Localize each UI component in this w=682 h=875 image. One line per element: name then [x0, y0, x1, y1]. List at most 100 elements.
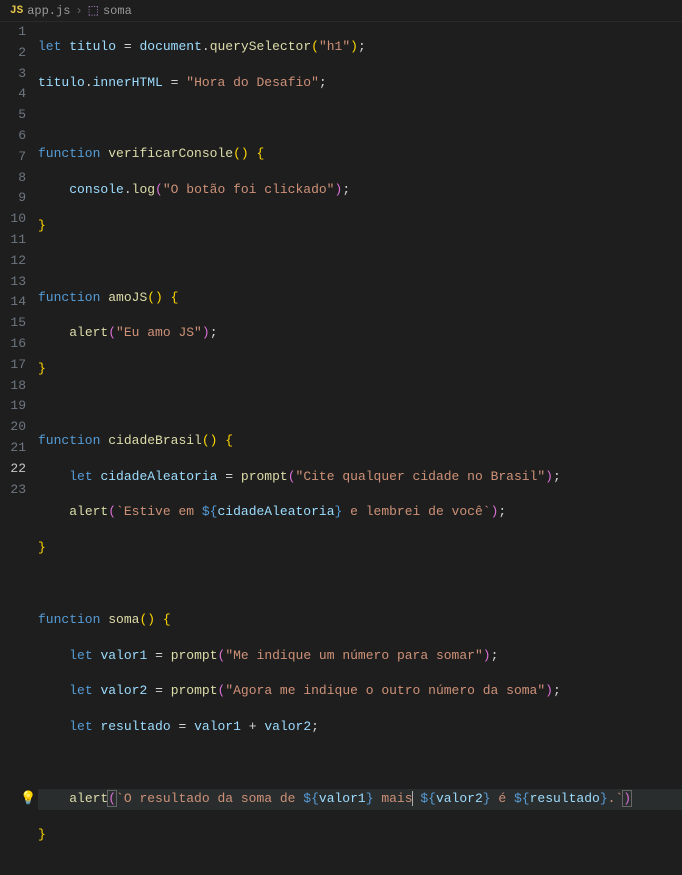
string: "Eu amo JS"	[116, 325, 202, 340]
code-line[interactable]: }	[38, 825, 682, 846]
identifier: resultado	[530, 791, 600, 806]
function-call: prompt	[171, 683, 218, 698]
breadcrumb-file[interactable]: app.js	[27, 4, 70, 18]
identifier: cidadeAleatoria	[100, 469, 217, 484]
code-line[interactable]: function amoJS() {	[38, 288, 682, 309]
code-line[interactable]: }	[38, 359, 682, 380]
line-number: 22	[0, 459, 26, 480]
code-line[interactable]: let resultado = valor1 + valor2;	[38, 717, 682, 738]
identifier: resultado	[100, 719, 170, 734]
code-line[interactable]: function cidadeBrasil() {	[38, 431, 682, 452]
identifier: document	[139, 39, 201, 54]
code-line[interactable]: function soma() {	[38, 610, 682, 631]
line-number: 21	[0, 438, 26, 459]
string: "Me indique um número para somar"	[225, 648, 482, 663]
symbol-method-icon: ⬚	[88, 3, 99, 18]
string: "Agora me indique o outro número da soma…	[225, 683, 545, 698]
line-number: 5	[0, 105, 26, 126]
identifier: valor2	[436, 791, 483, 806]
code-line[interactable]	[38, 395, 682, 416]
line-number: 18	[0, 376, 26, 397]
identifier: valor1	[194, 719, 241, 734]
line-number: 4	[0, 84, 26, 105]
code-line[interactable]: let valor1 = prompt("Me indique um númer…	[38, 646, 682, 667]
identifier: valor2	[264, 719, 311, 734]
code-line[interactable]: alert(`Estive em ${cidadeAleatoria} e le…	[38, 502, 682, 523]
line-number: 7	[0, 147, 26, 168]
chevron-right-icon: ›	[75, 4, 82, 18]
code-line[interactable]: function verificarConsole() {	[38, 144, 682, 165]
function-call: prompt	[241, 469, 288, 484]
keyword: let	[69, 683, 92, 698]
keyword: function	[38, 290, 100, 305]
template-open: ${	[303, 791, 319, 806]
template-open: ${	[514, 791, 530, 806]
function-call: querySelector	[210, 39, 311, 54]
code-line[interactable]	[38, 574, 682, 595]
line-number: 17	[0, 355, 26, 376]
code-line-active[interactable]: 💡 alert(`O resultado da soma de ${valor1…	[38, 789, 682, 810]
keyword: let	[38, 39, 61, 54]
line-number: 9	[0, 188, 26, 209]
string: `Estive em	[116, 504, 202, 519]
string: "Hora do Desafio"	[186, 75, 319, 90]
string: é	[491, 791, 514, 806]
function-call: log	[132, 182, 155, 197]
keyword: function	[38, 433, 100, 448]
string: mais	[374, 791, 413, 806]
keyword: let	[69, 719, 92, 734]
line-number: 12	[0, 251, 26, 272]
code-line[interactable]: let titulo = document.querySelector("h1"…	[38, 37, 682, 58]
javascript-file-icon: JS	[10, 5, 23, 17]
keyword: let	[69, 469, 92, 484]
code-line[interactable]: let valor2 = prompt("Agora me indique o …	[38, 681, 682, 702]
identifier: titulo	[38, 75, 85, 90]
function-name: amoJS	[108, 290, 147, 305]
code-content[interactable]: let titulo = document.querySelector("h1"…	[38, 22, 682, 501]
code-line[interactable]: titulo.innerHTML = "Hora do Desafio";	[38, 73, 682, 94]
line-number: 20	[0, 417, 26, 438]
code-line[interactable]: console.log("O botão foi clickado");	[38, 180, 682, 201]
code-line[interactable]: alert("Eu amo JS");	[38, 323, 682, 344]
string: e lembrei de você`	[342, 504, 490, 519]
code-line[interactable]	[38, 109, 682, 130]
code-line[interactable]: let cidadeAleatoria = prompt("Cite qualq…	[38, 467, 682, 488]
identifier: valor1	[319, 791, 366, 806]
code-line[interactable]	[38, 753, 682, 774]
identifier: titulo	[69, 39, 116, 54]
identifier: valor1	[100, 648, 147, 663]
line-number: 8	[0, 168, 26, 189]
line-number: 6	[0, 126, 26, 147]
string: `O resultado da soma de	[116, 791, 303, 806]
string: "O botão foi clickado"	[163, 182, 335, 197]
identifier: valor2	[100, 683, 147, 698]
line-number: 19	[0, 396, 26, 417]
breadcrumb-symbol[interactable]: soma	[103, 4, 132, 18]
code-editor[interactable]: 1 2 3 4 5 6 7 8 9 10 11 12 13 14 15 16 1…	[0, 22, 682, 501]
line-number: 16	[0, 334, 26, 355]
line-number: 14	[0, 292, 26, 313]
template-close: }	[335, 504, 343, 519]
keyword: function	[38, 146, 100, 161]
code-line[interactable]: }	[38, 216, 682, 237]
function-call: alert	[69, 791, 108, 806]
code-line[interactable]: }	[38, 538, 682, 559]
template-open: ${	[202, 504, 218, 519]
lightbulb-icon[interactable]: 💡	[20, 789, 36, 810]
line-number: 23	[0, 480, 26, 501]
function-call: prompt	[171, 648, 218, 663]
breadcrumb[interactable]: JS app.js › ⬚ soma	[0, 0, 682, 22]
string: "h1"	[319, 39, 350, 54]
string: "Cite qualquer cidade no Brasil"	[296, 469, 546, 484]
line-number: 3	[0, 64, 26, 85]
line-number: 15	[0, 313, 26, 334]
code-line[interactable]	[38, 252, 682, 273]
template-open: ${	[420, 791, 436, 806]
line-number-gutter: 1 2 3 4 5 6 7 8 9 10 11 12 13 14 15 16 1…	[0, 22, 38, 501]
keyword: let	[69, 648, 92, 663]
line-number: 13	[0, 272, 26, 293]
string: .`	[608, 791, 624, 806]
template-close: }	[366, 791, 374, 806]
template-close: }	[600, 791, 608, 806]
function-name: cidadeBrasil	[108, 433, 202, 448]
